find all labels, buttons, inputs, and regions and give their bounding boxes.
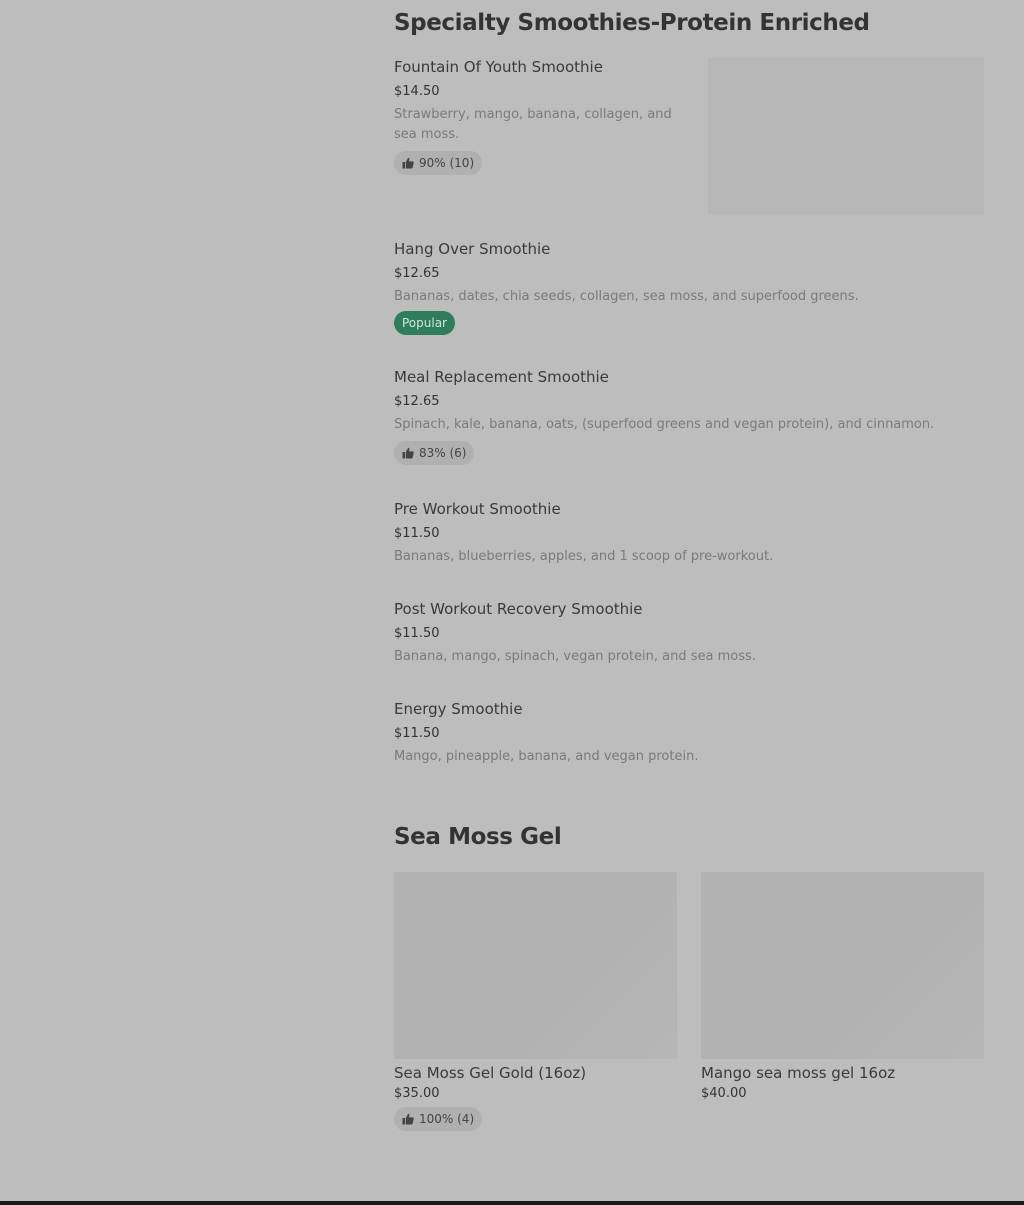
section-title-sea-moss-gel: Sea Moss Gel	[394, 824, 562, 850]
item-name: Fountain Of Youth Smoothie	[394, 58, 603, 76]
item-image	[394, 872, 677, 1059]
menu-card-sea-moss-gel-gold[interactable]: Sea Moss Gel Gold (16oz) $35.00 100% (4)	[394, 872, 677, 1131]
menu-item-hang-over[interactable]: Hang Over Smoothie $12.65 Bananas, dates…	[394, 239, 984, 335]
item-description: Bananas, dates, chia seeds, collagen, se…	[394, 289, 859, 304]
item-name: Mango sea moss gel 16oz	[701, 1064, 896, 1082]
bottom-border	[0, 1201, 1024, 1205]
item-name: Hang Over Smoothie	[394, 240, 551, 258]
item-name: Energy Smoothie	[394, 700, 523, 718]
item-image	[708, 58, 984, 214]
popular-badge: Popular	[394, 311, 455, 335]
rating-pill: 83% (6)	[394, 441, 475, 465]
item-name: Meal Replacement Smoothie	[394, 368, 609, 386]
menu-item-fountain-of-youth[interactable]: Fountain Of Youth Smoothie $14.50 Strawb…	[394, 57, 984, 214]
thumbs-up-icon	[402, 157, 414, 169]
rating-pill: 90% (10)	[394, 151, 483, 175]
menu-card-mango-sea-moss-gel[interactable]: Mango sea moss gel 16oz $40.00	[701, 872, 984, 1103]
item-price: $40.00	[701, 1086, 747, 1101]
rating-pill: 100% (4)	[394, 1107, 483, 1131]
thumbs-up-icon	[402, 1113, 414, 1125]
item-description: Banana, mango, spinach, vegan protein, a…	[394, 649, 756, 664]
item-description: Mango, pineapple, banana, and vegan prot…	[394, 749, 699, 764]
rating-text: 100% (4)	[419, 1112, 475, 1126]
menu-item-energy[interactable]: Energy Smoothie $11.50 Mango, pineapple,…	[394, 699, 984, 767]
item-price: $11.50	[394, 526, 440, 541]
item-description: Bananas, blueberries, apples, and 1 scoo…	[394, 549, 774, 564]
item-price: $11.50	[394, 726, 440, 741]
item-price: $11.50	[394, 626, 440, 641]
section-title-smoothies: Specialty Smoothies-Protein Enriched	[394, 10, 870, 36]
item-description: Strawberry, mango, banana, collagen, and…	[394, 107, 672, 142]
item-image	[701, 872, 984, 1059]
rating-text: 83% (6)	[419, 446, 467, 460]
menu-item-pre-workout[interactable]: Pre Workout Smoothie $11.50 Bananas, blu…	[394, 499, 984, 567]
thumbs-up-icon	[402, 447, 414, 459]
menu-item-meal-replacement[interactable]: Meal Replacement Smoothie $12.65 Spinach…	[394, 367, 984, 465]
item-price: $35.00	[394, 1086, 440, 1101]
menu-item-post-workout-recovery[interactable]: Post Workout Recovery Smoothie $11.50 Ba…	[394, 599, 984, 667]
rating-text: 90% (10)	[419, 156, 475, 170]
item-name: Sea Moss Gel Gold (16oz)	[394, 1064, 587, 1082]
item-price: $12.65	[394, 394, 440, 409]
item-price: $14.50	[394, 84, 440, 99]
item-name: Pre Workout Smoothie	[394, 500, 561, 518]
item-price: $12.65	[394, 266, 440, 281]
item-name: Post Workout Recovery Smoothie	[394, 600, 643, 618]
item-description: Spinach, kale, banana, oats, (superfood …	[394, 417, 935, 432]
